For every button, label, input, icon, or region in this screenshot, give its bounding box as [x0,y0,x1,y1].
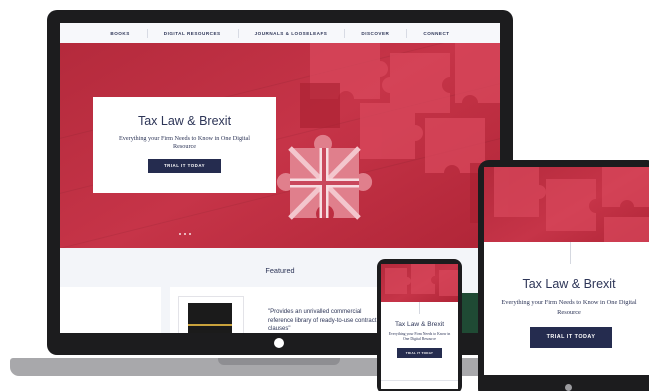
divider [381,380,458,381]
hero-card: Tax Law & Brexit Everything your Firm Ne… [93,97,276,193]
hero-title: Tax Law & Brexit [137,114,232,128]
book-cover-image [188,303,232,333]
featured-card[interactable] [460,293,480,333]
nav-item-books[interactable]: BOOKS [93,31,146,36]
top-nav: BOOKS DIGITAL RESOURCES JOURNALS & LOOSE… [60,23,500,43]
featured-card[interactable] [60,287,161,333]
puzzle-pieces-illustration [494,167,649,242]
divider [419,302,420,314]
tablet-trial-it-today-button[interactable]: TRIAL IT TODAY [530,327,612,348]
laptop-notch [218,358,340,365]
puzzle-pieces-illustration [385,264,458,296]
carousel-dot[interactable] [179,233,181,235]
tablet-hero-title: Tax Law & Brexit [522,277,616,291]
tablet-home-button[interactable] [565,384,572,391]
laptop-logo-dot [274,338,284,348]
book-cover-stripe [188,324,232,326]
carousel-dot[interactable] [184,233,186,235]
tablet-screen: Tax Law & Brexit Everything your Firm Ne… [484,167,649,375]
carousel-dots [179,233,191,235]
carousel-dot[interactable] [189,233,191,235]
hero-banner: Tax Law & Brexit Everything your Firm Ne… [60,43,500,248]
phone-hero-image [381,264,458,302]
hero-subtitle: Everything your Firm Needs to Know in On… [119,135,250,150]
phone-screen: Tax Law & Brexit Everything your Firm Ne… [381,264,458,389]
featured-quote: "Provides an unrivalled commercial refer… [268,309,377,332]
book-thumbnail[interactable] [178,296,244,333]
phone-trial-it-today-button[interactable]: TRIAL IT TODAY [397,348,442,358]
nav-item-connect[interactable]: CONNECT [406,28,466,38]
nav-item-journals-looseleafs[interactable]: JOURNALS & LOOSELEAFS [237,28,345,38]
nav-item-discover[interactable]: DISCOVER [344,28,406,38]
phone-hero-title: Tax Law & Brexit [394,321,445,328]
trial-it-today-button[interactable]: TRIAL IT TODAY [148,159,221,173]
nav-item-digital-resources[interactable]: DIGITAL RESOURCES [146,28,238,38]
featured-card[interactable]: "Provides an unrivalled commercial refer… [170,287,384,333]
divider [570,242,571,264]
tablet-hero-subtitle: Everything your Firm Needs to Know in On… [501,299,637,316]
phone-hero-subtitle: Everything your Firm Needs to Know in On… [388,332,451,342]
tablet-hero-image [484,167,649,242]
